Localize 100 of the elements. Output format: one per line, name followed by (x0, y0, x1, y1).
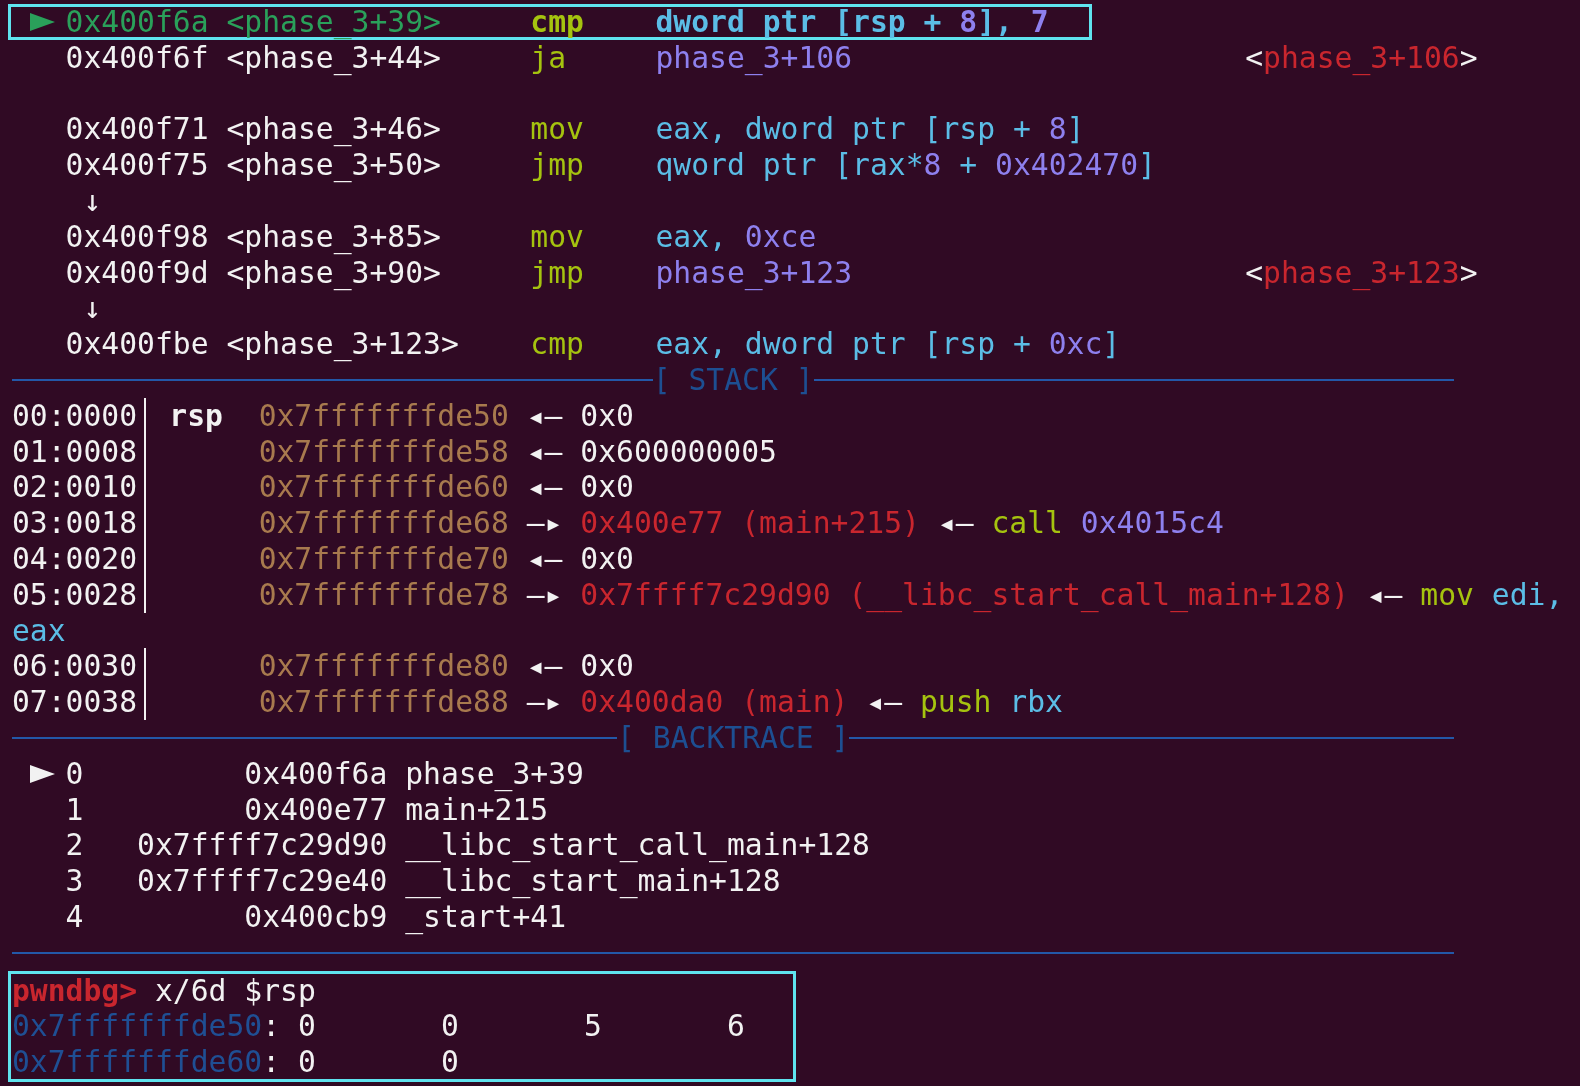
pointer-arrow: ◂— (526, 540, 563, 577)
operand-text: eax, 0xce (655, 218, 817, 254)
stack-offset: 07:0038 (12, 684, 138, 720)
stack-offset: 00:0000 (12, 397, 138, 433)
instruction-address: 0x400f75 (65, 147, 209, 183)
memory-address: 0x7fffffffde50: (12, 1008, 281, 1044)
stack-value: 0x600000005 (580, 433, 777, 470)
instruction-address: 0x400f6f (65, 39, 209, 75)
operand-text: qword ptr [rax*8 + 0x402470] (655, 147, 1156, 183)
mnemonic: jmp (530, 147, 584, 183)
stack-value: eax (12, 612, 66, 649)
frame-symbol: __libc_start_call_main+128 (405, 827, 870, 864)
frame-symbol: _start+41 (405, 898, 567, 935)
symbol-label: <phase_3+46> (226, 111, 441, 147)
memory-value: 5 (583, 1008, 602, 1044)
register-label: rsp (169, 397, 223, 433)
frame-symbol: __libc_start_main+128 (405, 863, 781, 899)
stack-value: 0x0 (580, 648, 634, 685)
pointer-arrow: ◂— (526, 469, 563, 506)
frame-index: 4 (65, 898, 84, 934)
stack-address: 0x7fffffffde60 (258, 469, 509, 506)
stack-value: mov edi, (1420, 576, 1564, 613)
stack-address: 0x7fffffffde58 (258, 433, 509, 470)
stack-address: 0x7fffffffde50 (258, 397, 509, 434)
stack-offset: 01:0008 (12, 433, 138, 469)
stack-value: 0x7ffff7c29d90 (__libc_start_call_main+128) (580, 576, 1349, 613)
frame-symbol: phase_3+39 (405, 755, 584, 792)
operand-text: phase_3+106 (655, 39, 853, 75)
frame-index: 1 (65, 791, 84, 827)
section-title: [ STACK ] (652, 362, 814, 398)
stack-offset: 05:0028 (12, 576, 138, 612)
mnemonic: cmp (530, 4, 584, 39)
frame-symbol: main+215 (405, 791, 549, 828)
frame-index: 0 (65, 755, 84, 791)
frame-address: 0x7ffff7c29d90 (137, 827, 388, 863)
pointer-arrow: ◂— (526, 433, 563, 470)
stack-value: 0x0 (580, 540, 634, 577)
memory-value: 0 (440, 1044, 459, 1080)
memory-value: 0 (297, 1044, 316, 1080)
stack-value: 0x0 (580, 397, 634, 434)
mnemonic: jmp (530, 254, 584, 290)
symbol-label: <phase_3+50> (226, 147, 441, 183)
memory-value: 6 (726, 1008, 745, 1044)
stack-address: 0x7fffffffde88 (258, 684, 509, 720)
symbol-label: <phase_3+85> (226, 218, 441, 254)
symbol-label: <phase_3+123> (226, 326, 459, 362)
stack-value: 0x400da0 (main) (580, 684, 849, 720)
mnemonic: cmp (530, 326, 584, 362)
operand-text: eax, dword ptr [rsp + 8] (655, 111, 1085, 147)
jump-glyph: ↓ (83, 183, 102, 219)
pointer-arrow: ◂— (937, 505, 974, 541)
memory-value: 0 (297, 1008, 316, 1044)
memory-value: 0 (440, 1008, 459, 1044)
operand-text: dword ptr [rsp + 8], 7 (655, 4, 1049, 39)
mnemonic: mov (530, 218, 584, 254)
stack-address: 0x7fffffffde70 (258, 540, 509, 577)
frame-index: 3 (65, 863, 84, 899)
pointer-icon (29, 12, 55, 31)
operand-text: phase_3+123 (655, 254, 853, 290)
symbol-label: <phase_3+39> (226, 4, 441, 39)
frame-address: 0x400e77 (244, 791, 388, 827)
stack-offset: 06:0030 (12, 648, 138, 684)
command-text: x/6d $rsp (155, 972, 316, 1009)
pointer-arrow: ◂— (1366, 576, 1403, 613)
pointer-arrow: ◂— (526, 648, 563, 685)
stack-offset: 02:0010 (12, 469, 138, 505)
prompt-label: pwndbg> (12, 972, 138, 1009)
instruction-address: 0x400f9d (65, 254, 209, 290)
pointer-arrow: —▸ (526, 684, 563, 720)
instruction-address: 0x400f98 (65, 218, 209, 254)
instruction-address: 0x400f6a (65, 4, 209, 39)
frame-address: 0x7ffff7c29e40 (137, 863, 388, 899)
instruction-address: 0x400f71 (65, 111, 209, 147)
jump-target: <phase_3+123> (1245, 254, 1478, 291)
stack-offset: 03:0018 (12, 505, 138, 541)
stack-value: 0x0 (580, 469, 634, 506)
pointer-arrow: —▸ (526, 505, 563, 541)
stack-value: call 0x4015c4 (991, 505, 1224, 541)
stack-offset: 04:0020 (12, 540, 138, 576)
stack-value: push rbx (919, 684, 1063, 720)
stack-address: 0x7fffffffde80 (258, 648, 509, 685)
pointer-arrow: ◂— (526, 397, 563, 434)
section-title: [ BACKTRACE ] (617, 720, 850, 756)
jump-glyph: ↓ (83, 290, 102, 327)
frame-address: 0x400cb9 (244, 898, 388, 934)
stack-address: 0x7fffffffde78 (258, 576, 509, 613)
frame-address: 0x400f6a (244, 755, 388, 791)
operand-text: eax, dword ptr [rsp + 0xc] (655, 326, 1121, 362)
frame-index: 2 (65, 827, 84, 863)
symbol-label: <phase_3+90> (226, 254, 441, 290)
symbol-label: <phase_3+44> (226, 39, 441, 75)
instruction-address: 0x400fbe (65, 326, 209, 362)
memory-address: 0x7fffffffde60: (12, 1044, 281, 1080)
mnemonic: mov (530, 111, 584, 147)
stack-value: 0x400e77 (main+215) (580, 505, 920, 541)
pointer-arrow: ◂— (866, 684, 903, 720)
mnemonic: ja (530, 39, 567, 75)
jump-target: <phase_3+106> (1245, 39, 1478, 76)
stack-address: 0x7fffffffde68 (258, 505, 509, 541)
pointer-arrow: —▸ (526, 576, 563, 613)
